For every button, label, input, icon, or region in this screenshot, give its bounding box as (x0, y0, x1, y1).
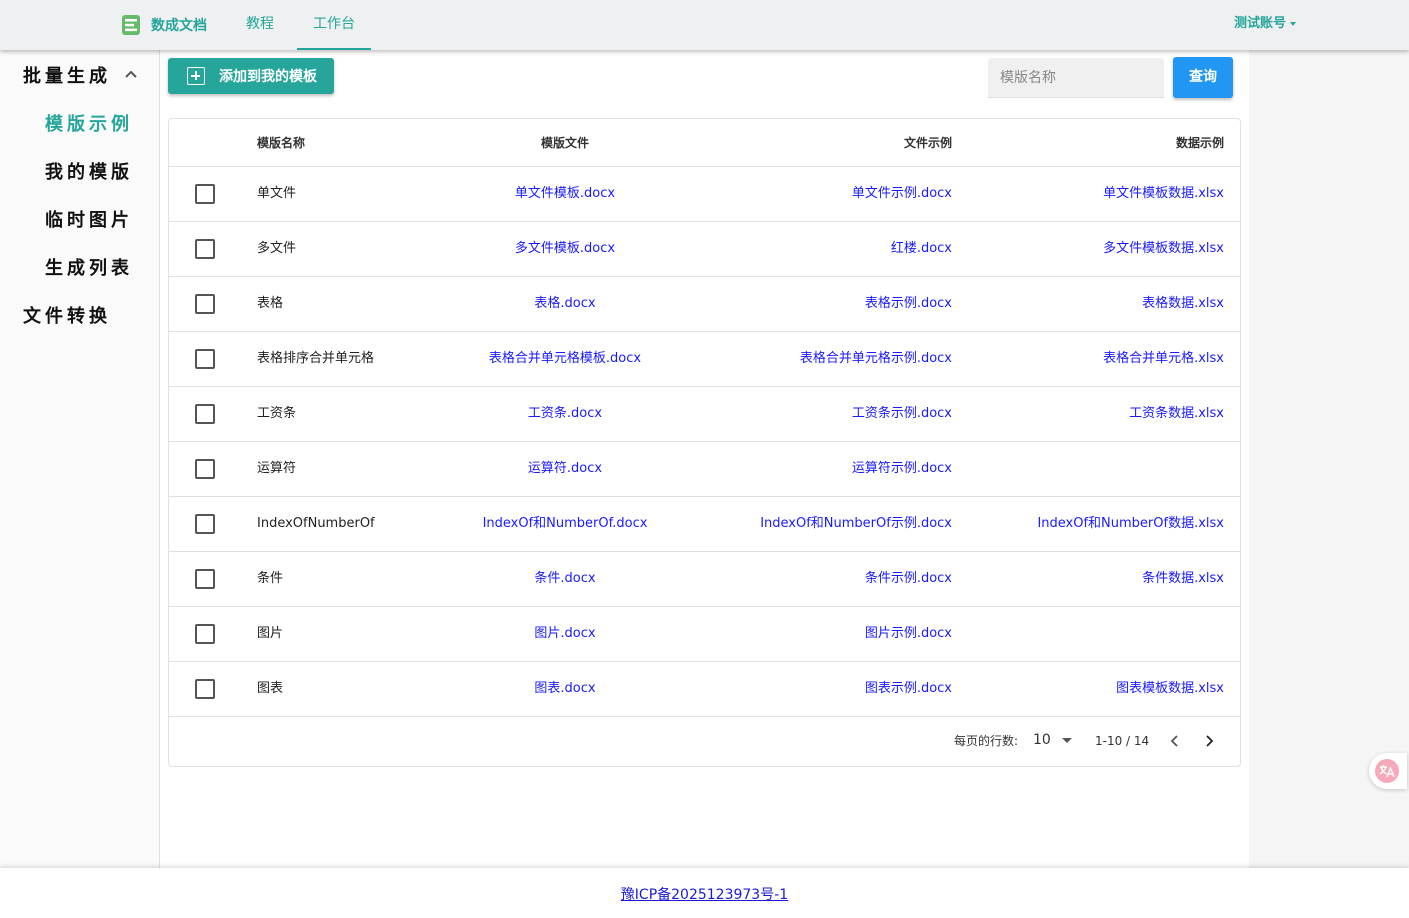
chevron-right-icon[interactable] (1199, 731, 1219, 751)
example-file-link[interactable]: 红楼.docx (729, 222, 952, 276)
example-file-link[interactable]: IndexOf和NumberOf示例.docx (729, 497, 952, 551)
template-name: 表格排序合并单元格 (257, 351, 375, 366)
data-file-link[interactable]: 表格数据.xlsx (969, 277, 1224, 331)
translate-widget[interactable] (1369, 753, 1407, 789)
table-row: 多文件 多文件模板.docx 红楼.docx 多文件模板数据.xlsx (169, 222, 1240, 277)
data-file-link[interactable]: IndexOf和NumberOf数据.xlsx (969, 497, 1224, 551)
table-row: 条件 条件.docx 条件示例.docx 条件数据.xlsx (169, 552, 1240, 607)
table-row: 运算符 运算符.docx 运算符示例.docx (169, 442, 1240, 497)
data-file-link[interactable]: 单文件模板数据.xlsx (969, 167, 1224, 221)
row-checkbox[interactable] (195, 514, 215, 534)
site-footer: 豫ICP备2025123973号-1 (0, 868, 1409, 918)
query-button[interactable]: 查询 (1173, 57, 1233, 98)
example-file-link[interactable]: 工资条示例.docx (729, 387, 952, 441)
example-file-link[interactable]: 条件示例.docx (729, 552, 952, 606)
data-file-link[interactable]: 多文件模板数据.xlsx (969, 222, 1224, 276)
table-row: 图表 图表.docx 图表示例.docx 图表模板数据.xlsx (169, 662, 1240, 717)
example-file-link[interactable]: 运算符示例.docx (729, 442, 952, 496)
page-range: 1-10 / 14 (1095, 734, 1150, 748)
row-checkbox[interactable] (195, 239, 215, 259)
template-file-link[interactable]: IndexOf和NumberOf.docx (417, 497, 713, 551)
template-name: 图表 (257, 681, 284, 696)
chevron-up-icon[interactable] (124, 67, 138, 81)
table-row: 单文件 单文件模板.docx 单文件示例.docx 单文件模板数据.xlsx (169, 167, 1240, 222)
row-checkbox[interactable] (195, 404, 215, 424)
template-name: 运算符 (257, 461, 297, 476)
template-file-link[interactable]: 图表.docx (417, 662, 713, 716)
template-file-link[interactable]: 表格.docx (417, 277, 713, 331)
row-checkbox[interactable] (195, 569, 215, 589)
sidebar-item-temp-images[interactable]: 临时图片 (45, 206, 133, 232)
add-button-label: 添加到我的模板 (219, 69, 317, 85)
rows-per-page-label: 每页的行数: (954, 734, 1019, 748)
column-header-data: 数据示例 (1175, 136, 1224, 150)
template-file-link[interactable]: 多文件模板.docx (417, 222, 713, 276)
add-box-icon (187, 67, 205, 85)
row-checkbox[interactable] (195, 294, 215, 314)
example-file-link[interactable]: 单文件示例.docx (729, 167, 952, 221)
table-pagination: 每页的行数: 10 1-10 / 14 (169, 717, 1240, 765)
template-name: 单文件 (257, 186, 297, 201)
rows-per-page-select[interactable]: 10 (1033, 717, 1051, 765)
example-file-link[interactable]: 图片示例.docx (729, 607, 952, 661)
template-name-search-input[interactable] (988, 58, 1164, 98)
table-header: 模版名称 模版文件 文件示例 数据示例 (169, 119, 1240, 167)
example-file-link[interactable]: 图表示例.docx (729, 662, 952, 716)
template-file-link[interactable]: 单文件模板.docx (417, 167, 713, 221)
icp-link[interactable]: 豫ICP备2025123973号-1 (0, 884, 1409, 904)
caret-down-icon (1290, 21, 1297, 26)
brand-name: 数成文档 (151, 18, 207, 34)
column-header-name: 模版名称 (257, 136, 306, 150)
translate-icon (1375, 759, 1399, 783)
sidebar-item-generate-list[interactable]: 生成列表 (45, 254, 133, 280)
table-row: IndexOfNumberOf IndexOf和NumberOf.docx In… (169, 497, 1240, 552)
data-file-link[interactable]: 条件数据.xlsx (969, 552, 1224, 606)
sidebar-item-my-templates[interactable]: 我的模版 (45, 158, 133, 184)
template-file-link[interactable]: 表格合并单元格模板.docx (417, 332, 713, 386)
row-checkbox[interactable] (195, 624, 215, 644)
account-menu[interactable]: 测试账号 (1234, 0, 1297, 50)
example-file-link[interactable]: 表格示例.docx (729, 277, 952, 331)
dropdown-arrow-icon[interactable] (1062, 738, 1072, 743)
column-header-example: 文件示例 (903, 136, 952, 150)
template-file-link[interactable]: 工资条.docx (417, 387, 713, 441)
template-name: 工资条 (257, 406, 297, 421)
add-to-my-templates-button[interactable]: 添加到我的模板 (168, 58, 334, 94)
right-gutter (1249, 50, 1409, 868)
tab-workbench[interactable]: 工作台 (297, 0, 371, 50)
template-file-link[interactable]: 图片.docx (417, 607, 713, 661)
template-name: 图片 (257, 626, 284, 641)
sidebar-item-file-convert[interactable]: 文件转换 (23, 302, 111, 328)
top-bar: 数成文档 教程 工作台 测试账号 (0, 0, 1409, 50)
row-checkbox[interactable] (195, 459, 215, 479)
data-file-link[interactable]: 表格合并单元格.xlsx (969, 332, 1224, 386)
row-checkbox[interactable] (195, 349, 215, 369)
template-table: 模版名称 模版文件 文件示例 数据示例 单文件 单文件模板.docx 单文件示例… (168, 118, 1241, 767)
template-name: 多文件 (257, 241, 297, 256)
table-row: 表格 表格.docx 表格示例.docx 表格数据.xlsx (169, 277, 1240, 332)
table-row: 工资条 工资条.docx 工资条示例.docx 工资条数据.xlsx (169, 387, 1240, 442)
data-file-link[interactable]: 工资条数据.xlsx (969, 387, 1224, 441)
row-checkbox[interactable] (195, 679, 215, 699)
sidebar-item-batch-generate[interactable]: 批量生成 (23, 62, 111, 88)
example-file-link[interactable]: 表格合并单元格示例.docx (729, 332, 952, 386)
sidebar-item-template-examples[interactable]: 模版示例 (45, 110, 133, 136)
chevron-left-icon[interactable] (1165, 731, 1185, 751)
brand-link[interactable]: 数成文档 (120, 13, 207, 37)
tab-tutorial[interactable]: 教程 (240, 0, 280, 50)
column-header-file: 模版文件 (540, 136, 589, 150)
template-file-link[interactable]: 条件.docx (417, 552, 713, 606)
template-name: 表格 (257, 296, 284, 311)
account-name: 测试账号 (1234, 16, 1287, 31)
template-name: 条件 (257, 571, 284, 586)
row-checkbox[interactable] (195, 184, 215, 204)
template-file-link[interactable]: 运算符.docx (417, 442, 713, 496)
table-row: 图片 图片.docx 图片示例.docx (169, 607, 1240, 662)
data-file-link[interactable]: 图表模板数据.xlsx (969, 662, 1224, 716)
logo-icon (122, 15, 140, 35)
table-row: 表格排序合并单元格 表格合并单元格模板.docx 表格合并单元格示例.docx … (169, 332, 1240, 387)
template-name: IndexOfNumberOf (257, 516, 375, 531)
